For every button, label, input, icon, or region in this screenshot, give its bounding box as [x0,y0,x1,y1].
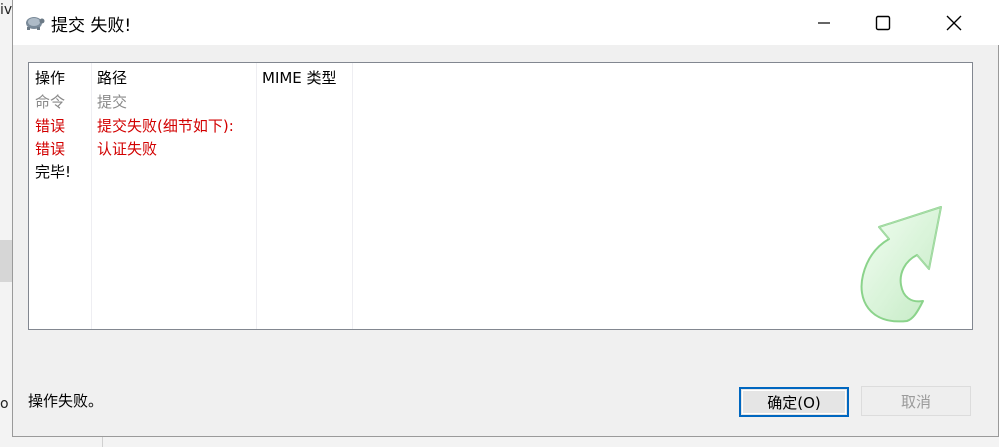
row-action[interactable]: 命令 [35,91,65,112]
column-header-mime-type[interactable]: MIME 类型 [262,67,337,88]
minimize-icon [817,16,831,30]
tortoise-icon [23,12,45,32]
column-divider [352,63,353,329]
column-divider [256,63,257,329]
background-window-edge: iv o [0,0,12,447]
background-panel [0,240,12,282]
minimize-button[interactable] [801,0,847,45]
row-action[interactable]: 错误 [35,138,65,159]
results-list[interactable]: 操作 路径 MIME 类型 命令 提交 错误 提交失败(细节如下): 错误 认证… [28,62,973,330]
commit-failed-dialog: 提交 失败! 操作 路径 MIME 类型 命令 提交 错误 提交失败(细节如下)… [12,0,999,437]
ok-button[interactable]: 确定(O) [739,387,849,417]
column-header-action[interactable]: 操作 [35,67,65,88]
green-curved-arrow-icon [849,199,949,327]
column-header-path[interactable]: 路径 [97,67,127,88]
background-text-bottom: o [0,396,9,412]
background-bottom-edge [0,437,999,447]
close-icon [946,15,962,31]
row-action[interactable]: 错误 [35,115,65,136]
close-button[interactable] [931,0,977,45]
column-divider [91,63,92,329]
maximize-icon [875,15,891,31]
row-path[interactable]: 认证失败 [97,138,157,159]
row-path[interactable]: 提交失败(细节如下): [97,115,234,136]
dialog-title: 提交 失败! [51,16,132,36]
status-message: 操作失败。 [28,392,104,410]
background-divider [102,437,103,447]
maximize-button[interactable] [860,0,906,45]
cancel-button[interactable]: 取消 [861,386,971,416]
title-bar[interactable]: 提交 失败! [13,0,999,45]
row-path[interactable]: 提交 [97,91,127,112]
row-action[interactable]: 完毕! [35,161,71,182]
background-text-top: iv [0,2,13,18]
